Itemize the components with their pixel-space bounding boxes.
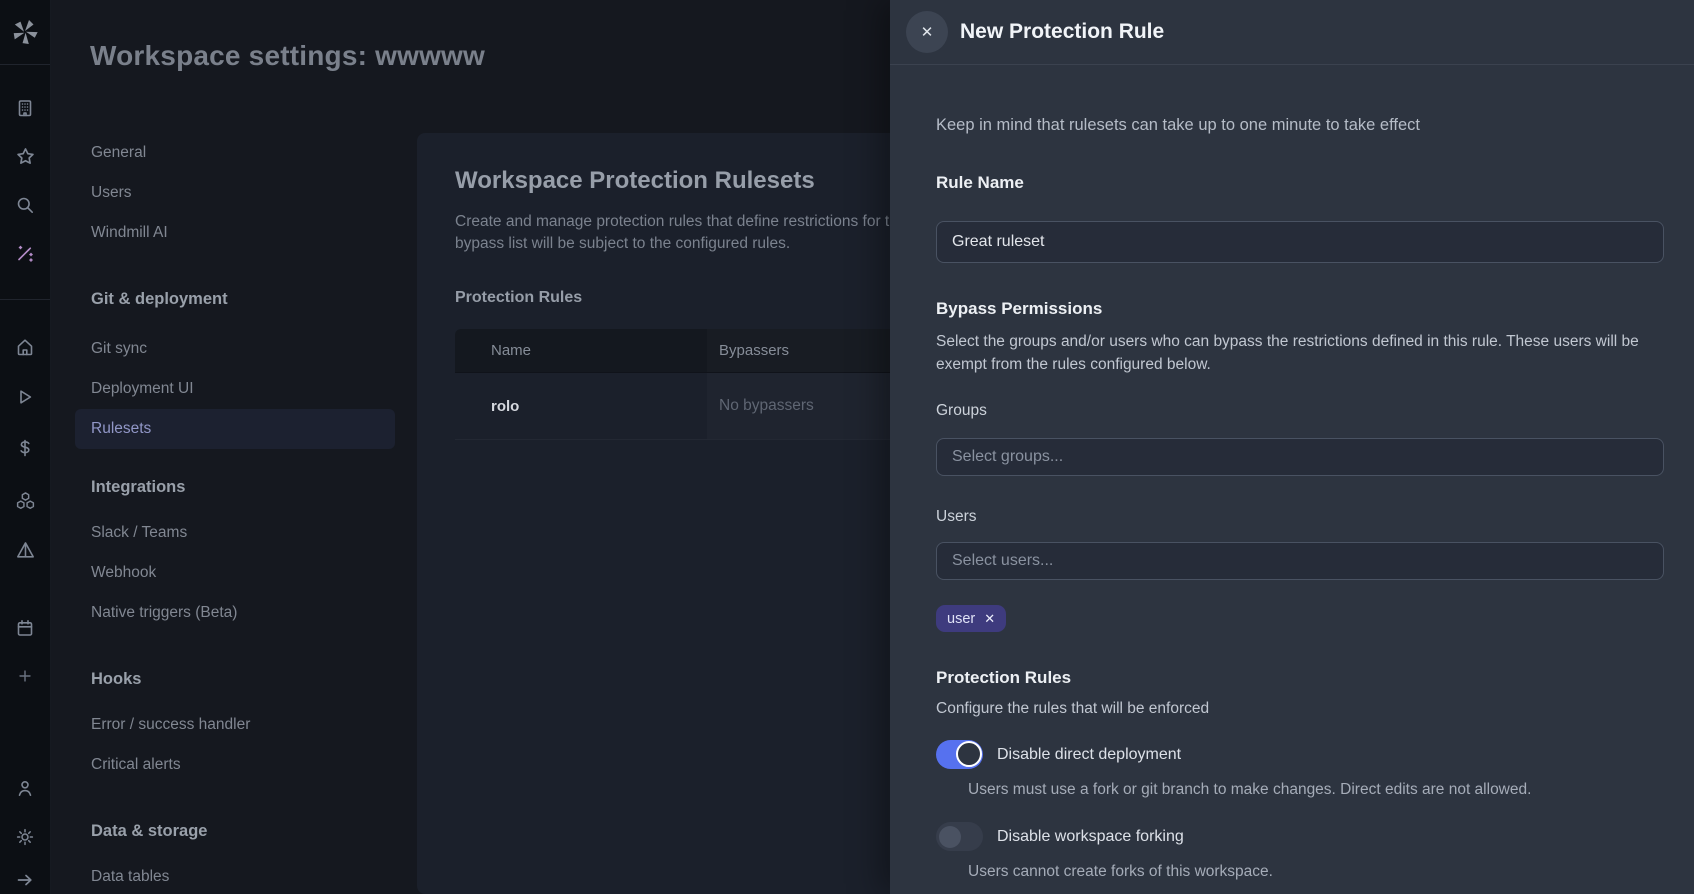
nav-item-error-success-handler[interactable]: Error / success handler [75, 705, 395, 745]
runs-play-icon[interactable] [7, 379, 43, 415]
groups-label: Groups [936, 402, 987, 419]
resources-boxes-icon[interactable] [7, 482, 43, 518]
remove-user-icon[interactable]: ✕ [984, 611, 995, 627]
drawer-title: New Protection Rule [960, 20, 1165, 43]
buildings-icon[interactable] [7, 90, 43, 126]
disable-workspace-forking-row: Disable workspace forking [936, 822, 1664, 851]
nav-item-rulesets[interactable]: Rulesets [75, 409, 395, 449]
search-icon[interactable] [7, 187, 43, 223]
create-new-plus-icon[interactable] [7, 658, 43, 694]
disable-workspace-forking-description: Users cannot create forks of this worksp… [968, 863, 1273, 880]
rule-name-label: Rule Name [936, 173, 1024, 192]
users-select-input[interactable] [936, 542, 1664, 580]
user-chip[interactable]: user ✕ [936, 605, 1007, 632]
rule-name-cell: rolo [491, 397, 520, 415]
groups-select-input[interactable] [936, 438, 1664, 476]
disable-direct-deployment-description: Users must use a fork or git branch to m… [968, 781, 1532, 798]
disable-direct-deployment-label: Disable direct deployment [997, 745, 1182, 763]
billing-dollar-icon[interactable] [7, 430, 43, 466]
users-label: Users [936, 508, 977, 525]
nav-item-slack-teams[interactable]: Slack / Teams [75, 513, 395, 553]
rail-divider-top [0, 64, 50, 65]
disable-workspace-forking-toggle[interactable] [936, 822, 983, 851]
ai-wand-icon[interactable] [7, 235, 43, 271]
nav-item-windmill-ai[interactable]: Windmill AI [75, 213, 395, 253]
ruleset-note: Keep in mind that rulesets can take up t… [936, 116, 1420, 134]
protection-rules-heading: Protection Rules [936, 668, 1072, 687]
rule-name-input[interactable] [936, 221, 1664, 263]
nav-item-general[interactable]: General [75, 133, 395, 173]
account-user-icon[interactable] [7, 770, 43, 806]
nav-heading-integrations: Integrations [91, 478, 186, 496]
nav-item-git-sync[interactable]: Git sync [75, 329, 395, 369]
drawer-body: Keep in mind that rulesets can take up t… [890, 113, 1694, 883]
user-chip-label: user [947, 610, 976, 627]
settings-nav: General Users Windmill AI Git & deployme… [75, 133, 395, 894]
new-protection-rule-drawer: ✕ New Protection Rule Keep in mind that … [890, 0, 1694, 894]
favorites-star-icon[interactable] [7, 138, 43, 174]
schedules-pyramid-icon[interactable] [7, 532, 43, 568]
windmill-logo-icon[interactable] [7, 14, 43, 50]
column-header-name: Name [491, 342, 532, 359]
nav-heading-data-storage: Data & storage [91, 822, 208, 840]
protection-rules-description: Configure the rules that will be enforce… [936, 700, 1210, 717]
toggle-knob [956, 741, 982, 767]
calendar-icon[interactable] [7, 610, 43, 646]
disable-direct-deployment-row: Disable direct deployment [936, 740, 1664, 769]
nav-heading-hooks: Hooks [91, 670, 142, 688]
disable-direct-deployment-toggle[interactable] [936, 740, 983, 769]
settings-gear-icon[interactable] [7, 819, 43, 855]
bypass-permissions-description: Select the groups and/or users who can b… [936, 333, 1639, 373]
nav-item-webhook[interactable]: Webhook [75, 553, 395, 593]
icon-rail [0, 0, 51, 894]
disable-workspace-forking-label: Disable workspace forking [997, 827, 1184, 845]
log-out-arrow-icon[interactable] [7, 862, 43, 894]
toggle-knob [939, 825, 961, 848]
nav-item-users[interactable]: Users [75, 173, 395, 213]
close-drawer-button[interactable]: ✕ [906, 11, 948, 53]
nav-item-deployment-ui[interactable]: Deployment UI [75, 369, 395, 409]
app-screen: Workspace settings: wwwww General Users … [0, 0, 1694, 894]
nav-item-data-tables[interactable]: Data tables [75, 857, 395, 894]
drawer-header: ✕ New Protection Rule [890, 0, 1694, 65]
nav-item-native-triggers[interactable]: Native triggers (Beta) [75, 593, 395, 633]
page-title: Workspace settings: wwwww [90, 40, 486, 71]
home-icon[interactable] [7, 329, 43, 365]
selected-users-row: user ✕ [936, 605, 1664, 632]
rail-divider-mid [0, 299, 50, 300]
nav-item-critical-alerts[interactable]: Critical alerts [75, 745, 395, 785]
nav-heading-git-deployment: Git & deployment [91, 290, 228, 308]
close-icon: ✕ [920, 24, 934, 41]
bypass-permissions-heading: Bypass Permissions [936, 299, 1103, 318]
